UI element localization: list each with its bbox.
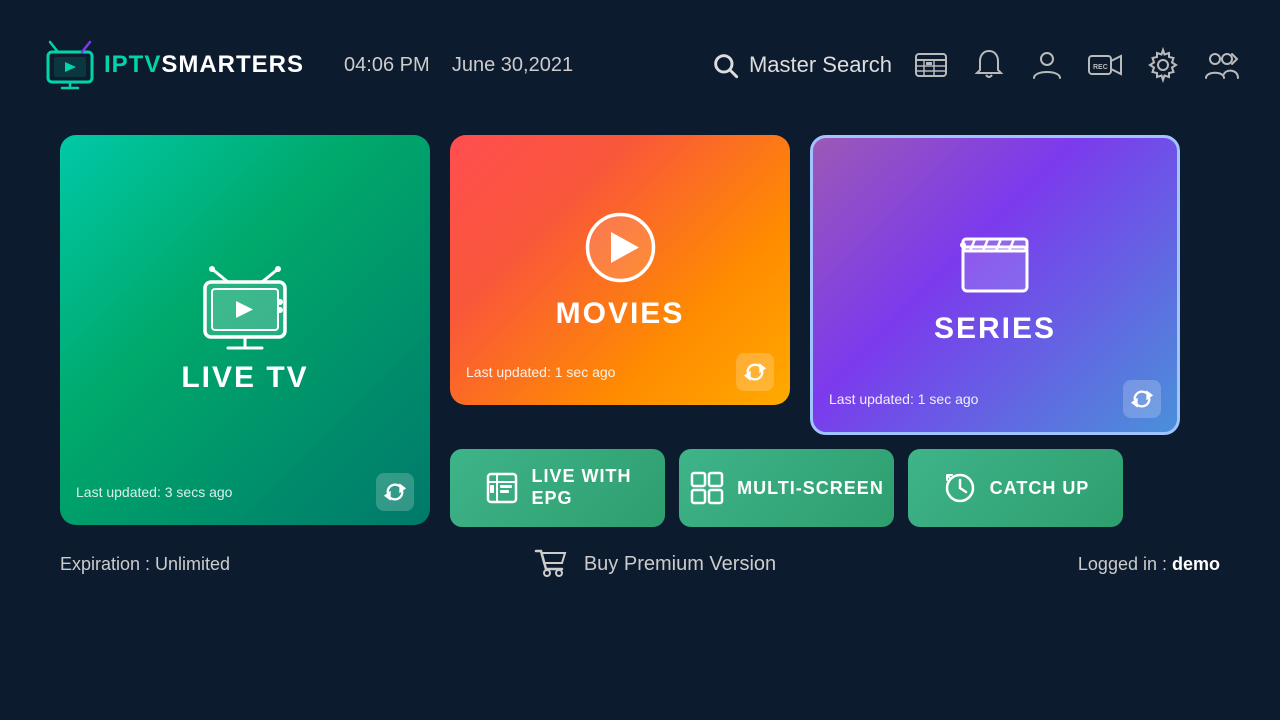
main-content: LIVE TV Last updated: 3 secs ago	[0, 130, 1280, 527]
live-tv-label: LIVE TV	[181, 361, 308, 395]
logged-in-info: Logged in : demo	[1078, 554, 1220, 575]
username-display: demo	[1172, 554, 1220, 574]
header: IPTVSMARTERS 04:06 PM June 30,2021 Maste…	[0, 0, 1280, 130]
search-icon	[711, 51, 739, 79]
tv-icon	[190, 266, 300, 361]
logged-in-label: Logged in :	[1078, 554, 1172, 574]
buy-premium-button[interactable]: Buy Premium Version	[532, 545, 776, 583]
movies-card[interactable]: MOVIES Last updated: 1 sec ago	[450, 135, 790, 405]
time-display: 04:06 PM	[344, 54, 430, 76]
multiscreen-label: MULTI-SCREEN	[737, 478, 884, 499]
buy-premium-label: Buy Premium Version	[584, 553, 776, 576]
series-footer: Last updated: 1 sec ago	[829, 380, 1161, 418]
multi-screen-button[interactable]: MULTI-SCREEN	[679, 449, 894, 527]
series-label: SERIES	[934, 312, 1056, 346]
logo-text: IPTVSMARTERS	[104, 51, 304, 79]
live-tv-updated: Last updated: 3 secs ago	[76, 484, 232, 500]
notification-icon[interactable]	[970, 46, 1008, 84]
refresh-icon	[1131, 388, 1153, 410]
series-refresh-button[interactable]	[1123, 380, 1161, 418]
record-icon[interactable]: REC	[1086, 46, 1124, 84]
movies-updated: Last updated: 1 sec ago	[466, 364, 615, 380]
footer: Expiration : Unlimited Buy Premium Versi…	[0, 527, 1280, 583]
live-tv-footer: Last updated: 3 secs ago	[76, 473, 414, 511]
series-updated: Last updated: 1 sec ago	[829, 391, 978, 407]
switch-user-icon[interactable]	[1202, 46, 1240, 84]
profile-icon[interactable]	[1028, 46, 1066, 84]
epg-book-icon	[484, 470, 520, 506]
date-display: June 30,2021	[452, 54, 573, 76]
svg-text:REC: REC	[1093, 64, 1108, 71]
movies-footer: Last updated: 1 sec ago	[466, 353, 774, 391]
center-right-col: MOVIES Last updated: 1 sec ago	[450, 135, 1220, 527]
multiscreen-icon	[689, 470, 725, 506]
logo-iptv: IPTV	[104, 51, 161, 78]
catchup-icon	[942, 470, 978, 506]
logo: IPTVSMARTERS	[40, 38, 304, 93]
live-tv-refresh-button[interactable]	[376, 473, 414, 511]
catchup-label: CATCH UP	[990, 478, 1090, 499]
live-epg-line1: LIVE WITH	[532, 466, 632, 488]
epg-icon[interactable]	[912, 46, 950, 84]
clapperboard-icon	[955, 225, 1035, 300]
cards-container: LIVE TV Last updated: 3 secs ago	[60, 135, 1220, 527]
live-tv-card[interactable]: LIVE TV Last updated: 3 secs ago	[60, 135, 430, 525]
logo-icon	[40, 38, 100, 93]
bottom-buttons-row: LIVE WITH EPG MULTI-SCREEN	[450, 449, 1220, 527]
cart-icon	[532, 545, 570, 583]
movies-refresh-button[interactable]	[736, 353, 774, 391]
datetime: 04:06 PM June 30,2021	[344, 54, 573, 77]
master-search-button[interactable]: Master Search	[711, 51, 892, 79]
series-card[interactable]: SERIES Last updated: 1 sec ago	[810, 135, 1180, 435]
live-epg-line2: EPG	[532, 488, 573, 510]
center-top-row: MOVIES Last updated: 1 sec ago	[450, 135, 1220, 435]
search-label: Master Search	[749, 52, 892, 78]
expiration-label: Expiration : Unlimited	[60, 554, 230, 574]
movies-label: MOVIES	[556, 297, 685, 331]
refresh-icon	[744, 361, 766, 383]
play-circle-icon	[583, 210, 658, 285]
live-with-epg-button[interactable]: LIVE WITH EPG	[450, 449, 665, 527]
header-icons: REC	[912, 46, 1240, 84]
catch-up-button[interactable]: CATCH UP	[908, 449, 1123, 527]
settings-icon[interactable]	[1144, 46, 1182, 84]
refresh-icon	[384, 481, 406, 503]
expiration-info: Expiration : Unlimited	[60, 554, 230, 575]
logo-smarters: SMARTERS	[161, 51, 304, 78]
